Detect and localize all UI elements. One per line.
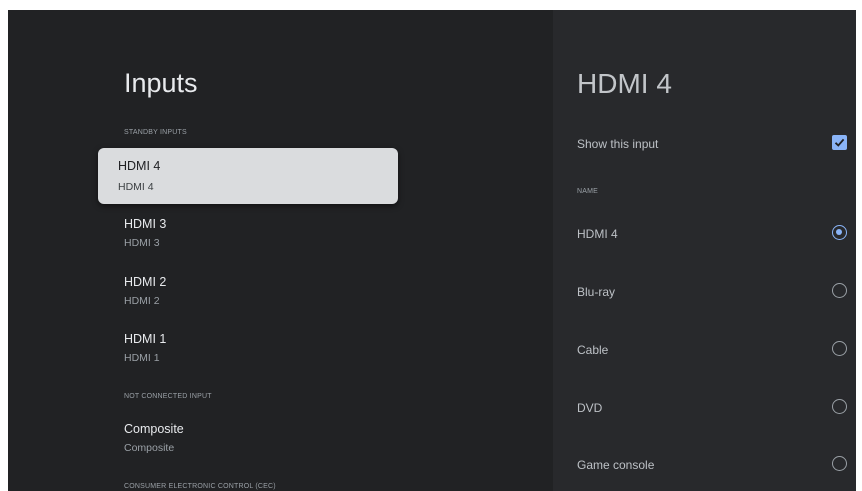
page-title: Inputs — [124, 68, 198, 98]
name-option-label: HDMI 4 — [577, 227, 618, 241]
name-option-cable[interactable]: Cable — [577, 341, 847, 361]
input-item-hdmi-1[interactable]: HDMI 1 HDMI 1 — [124, 332, 444, 364]
input-item-subtitle: HDMI 2 — [124, 295, 160, 307]
tv-settings-screen: Inputs STANDBY INPUTS HDMI 4 HDMI 4 HDMI… — [8, 10, 856, 491]
name-option-label: Game console — [577, 458, 655, 472]
radio-unselected-icon[interactable] — [832, 399, 847, 414]
detail-title: HDMI 4 — [577, 68, 672, 99]
input-item-subtitle: HDMI 4 — [118, 181, 154, 193]
input-item-title: HDMI 1 — [124, 332, 167, 346]
radio-unselected-icon[interactable] — [832, 456, 847, 471]
input-item-subtitle: HDMI 1 — [124, 352, 160, 364]
name-option-label: Blu-ray — [577, 285, 616, 299]
input-item-title: HDMI 3 — [124, 217, 167, 231]
name-option-blu-ray[interactable]: Blu-ray — [577, 283, 847, 303]
input-item-subtitle: HDMI 3 — [124, 237, 160, 249]
input-item-hdmi-2[interactable]: HDMI 2 HDMI 2 — [124, 275, 444, 307]
input-item-composite[interactable]: Composite Composite — [124, 422, 444, 454]
radio-unselected-icon[interactable] — [832, 341, 847, 356]
input-item-title: HDMI 4 — [118, 159, 161, 173]
name-section-label: NAME — [577, 188, 599, 195]
standby-inputs-label: STANDBY INPUTS — [124, 129, 187, 136]
show-this-input-label: Show this input — [577, 137, 659, 151]
name-option-label: Cable — [577, 343, 609, 357]
input-item-title: HDMI 2 — [124, 275, 167, 289]
radio-unselected-icon[interactable] — [832, 283, 847, 298]
not-connected-input-label: NOT CONNECTED INPUT — [124, 393, 212, 400]
input-item-subtitle: Composite — [124, 442, 175, 454]
cec-section-label: CONSUMER ELECTRONIC CONTROL (CEC) — [124, 483, 276, 490]
input-item-hdmi-3[interactable]: HDMI 3 HDMI 3 — [124, 217, 444, 249]
name-option-hdmi-4[interactable]: HDMI 4 — [577, 225, 847, 245]
name-option-game-console[interactable]: Game console — [577, 456, 847, 476]
input-item-title: Composite — [124, 422, 184, 436]
inputs-panel: Inputs STANDBY INPUTS HDMI 4 HDMI 4 HDMI… — [8, 10, 553, 491]
name-option-label: DVD — [577, 401, 603, 415]
checkbox-checked-icon[interactable] — [832, 135, 847, 150]
name-option-dvd[interactable]: DVD — [577, 399, 847, 419]
input-detail-panel: HDMI 4 Show this input NAME HDMI 4 Blu-r… — [553, 10, 856, 491]
radio-selected-icon[interactable] — [832, 225, 847, 240]
show-this-input-toggle[interactable]: Show this input — [577, 135, 847, 155]
input-item-hdmi-4[interactable]: HDMI 4 HDMI 4 — [98, 148, 398, 204]
